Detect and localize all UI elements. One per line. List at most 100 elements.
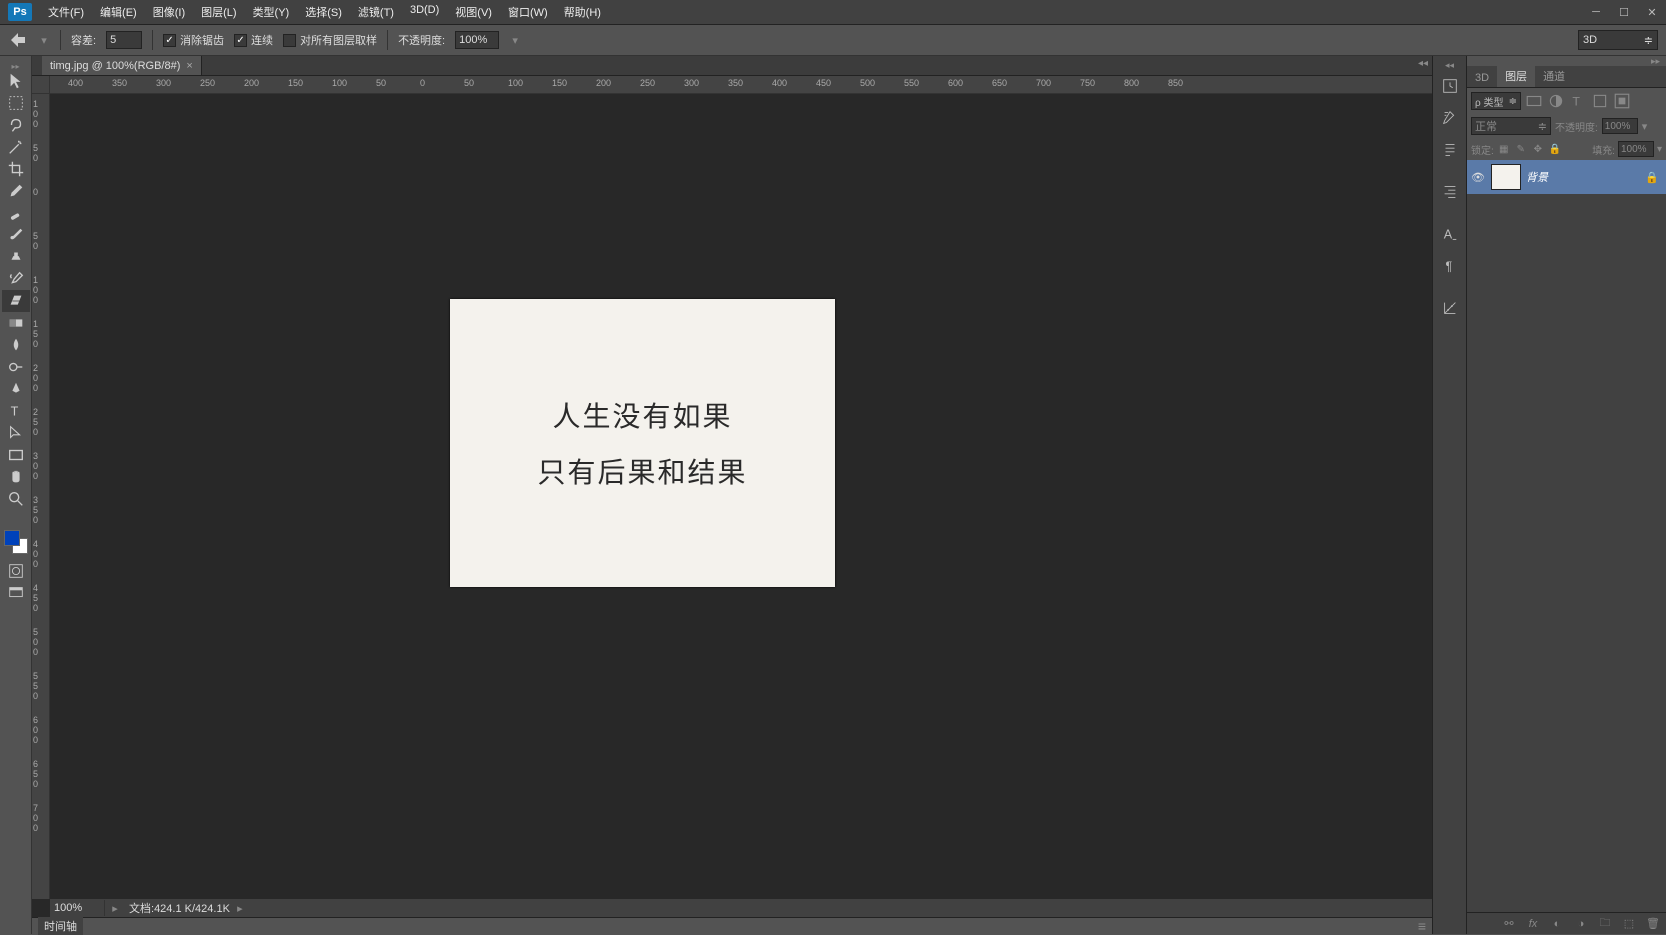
rectangle-tool[interactable] <box>2 444 30 466</box>
maximize-button[interactable]: ☐ <box>1610 2 1638 22</box>
filter-pixel-icon[interactable] <box>1525 92 1543 110</box>
doc-info-icon[interactable]: ▸ <box>105 902 125 915</box>
layer-row[interactable]: 👁 背景 🔒 <box>1467 160 1666 194</box>
character-panel-icon[interactable]: A <box>1436 220 1463 248</box>
dodge-tool[interactable] <box>2 356 30 378</box>
blend-mode-select[interactable]: 正常≑ <box>1471 117 1551 135</box>
delete-layer-icon[interactable]: 🗑 <box>1646 917 1660 931</box>
dock-expand-icon[interactable]: ◂◂ <box>1433 60 1466 70</box>
blur-tool[interactable] <box>2 334 30 356</box>
workspace-mode-select[interactable]: 3D≑ <box>1578 30 1658 50</box>
color-swatches[interactable] <box>0 530 31 560</box>
filter-adjustment-icon[interactable] <box>1547 92 1565 110</box>
filter-type-select[interactable]: ρ 类型≑ <box>1471 92 1521 110</box>
tab-channels[interactable]: 通道 <box>1535 65 1573 87</box>
vertical-ruler[interactable]: 1005005010015020025030035040045050055060… <box>32 94 50 899</box>
menu-选择(S)[interactable]: 选择(S) <box>297 0 350 24</box>
properties-panel-icon[interactable] <box>1436 104 1463 132</box>
tool-preset-dropdown[interactable]: ▾ <box>38 34 50 47</box>
doc-info-arrow-icon[interactable]: ▸ <box>234 902 246 915</box>
filter-shape-icon[interactable] <box>1591 92 1609 110</box>
opacity-dropdown[interactable]: ▾ <box>509 34 521 47</box>
layer-name[interactable]: 背景 <box>1526 169 1548 185</box>
timeline-tab[interactable]: 时间轴 <box>38 917 83 935</box>
opacity-input[interactable]: 100% <box>455 31 499 49</box>
fill-input[interactable]: 100% <box>1618 141 1654 157</box>
brush-panel-icon[interactable] <box>1436 136 1463 164</box>
history-brush-tool[interactable] <box>2 268 30 290</box>
minimize-button[interactable]: ─ <box>1582 2 1610 22</box>
antialias-checkbox[interactable] <box>163 34 176 47</box>
document-tab[interactable]: timg.jpg @ 100%(RGB/8#) × <box>42 56 202 75</box>
new-layer-icon[interactable]: ⬚ <box>1622 917 1636 931</box>
type-tool[interactable]: T <box>2 400 30 422</box>
toolbox-arrow-icon[interactable]: ▸▸ <box>0 62 31 70</box>
layer-thumbnail[interactable] <box>1491 164 1521 190</box>
adjustment-layer-icon[interactable]: ◑ <box>1574 917 1588 931</box>
adjustments-panel-icon[interactable] <box>1436 294 1463 322</box>
tab-close-icon[interactable]: × <box>186 60 192 72</box>
brush-tool[interactable] <box>2 224 30 246</box>
eyedropper-tool[interactable] <box>2 180 30 202</box>
layer-mask-icon[interactable]: ◐ <box>1550 917 1564 931</box>
tab-collapse-icon[interactable]: ◂◂ <box>1414 56 1432 71</box>
hand-tool[interactable] <box>2 466 30 488</box>
filter-type-icon[interactable]: T <box>1569 92 1587 110</box>
sample-all-checkbox[interactable] <box>283 34 296 47</box>
menu-3D(D)[interactable]: 3D(D) <box>402 0 447 24</box>
history-panel-icon[interactable] <box>1436 72 1463 100</box>
magic-wand-tool[interactable] <box>2 136 30 158</box>
contiguous-checkbox[interactable] <box>234 34 247 47</box>
foreground-color-swatch[interactable] <box>4 530 20 546</box>
tolerance-input[interactable] <box>106 31 142 49</box>
menu-视图(V)[interactable]: 视图(V) <box>447 0 500 24</box>
lock-transparency-icon[interactable]: ▦ <box>1497 142 1511 156</box>
lock-pixels-icon[interactable]: ✎ <box>1514 142 1528 156</box>
lock-position-icon[interactable]: ✥ <box>1531 142 1545 156</box>
canvas-viewport[interactable]: 人生没有如果 只有后果和结果 <box>50 94 1432 899</box>
filter-smart-icon[interactable] <box>1613 92 1631 110</box>
menu-窗口(W)[interactable]: 窗口(W) <box>500 0 556 24</box>
timeline-menu-icon[interactable]: ≡ <box>1418 918 1426 934</box>
layer-style-icon[interactable]: fx <box>1526 917 1540 931</box>
crop-tool[interactable] <box>2 158 30 180</box>
tab-layers[interactable]: 图层 <box>1497 65 1535 87</box>
paragraph-panel-icon[interactable] <box>1436 178 1463 206</box>
quick-mask-tool[interactable] <box>2 560 30 582</box>
doc-info-label: 文档:424.1 K/424.1K <box>125 900 234 916</box>
horizontal-ruler[interactable]: 4003503002502001501005005010015020025030… <box>50 76 1432 94</box>
healing-brush-tool[interactable] <box>2 202 30 224</box>
lasso-tool[interactable] <box>2 114 30 136</box>
clone-stamp-tool[interactable] <box>2 246 30 268</box>
current-tool-icon[interactable] <box>8 30 28 50</box>
move-tool[interactable] <box>2 70 30 92</box>
menu-滤镜(T)[interactable]: 滤镜(T) <box>350 0 402 24</box>
link-layers-icon[interactable]: ⚯ <box>1502 917 1516 931</box>
screen-mode-tool[interactable] <box>2 582 30 604</box>
paragraph-style-panel-icon[interactable]: ¶ <box>1436 252 1463 280</box>
visibility-toggle-icon[interactable]: 👁 <box>1470 171 1486 184</box>
tab-3d[interactable]: 3D <box>1467 69 1497 87</box>
menu-图像(I)[interactable]: 图像(I) <box>145 0 193 24</box>
eraser-tool[interactable] <box>2 290 30 312</box>
menu-文件(F)[interactable]: 文件(F) <box>40 0 92 24</box>
canvas[interactable]: 人生没有如果 只有后果和结果 <box>450 299 835 587</box>
menu-帮助(H)[interactable]: 帮助(H) <box>556 0 609 24</box>
close-button[interactable]: ✕ <box>1638 2 1666 22</box>
gradient-tool[interactable] <box>2 312 30 334</box>
zoom-tool[interactable] <box>2 488 30 510</box>
lock-all-icon[interactable]: 🔒 <box>1548 142 1562 156</box>
path-selection-tool[interactable] <box>2 422 30 444</box>
layers-list[interactable]: 👁 背景 🔒 <box>1467 160 1666 912</box>
menu-类型(Y)[interactable]: 类型(Y) <box>245 0 298 24</box>
menu-图层(L)[interactable]: 图层(L) <box>193 0 244 24</box>
ruler-origin[interactable] <box>32 76 50 94</box>
group-icon[interactable]: 🗀 <box>1598 917 1612 931</box>
menu-编辑(E)[interactable]: 编辑(E) <box>92 0 145 24</box>
marquee-tool[interactable] <box>2 92 30 114</box>
pen-tool[interactable] <box>2 378 30 400</box>
title-bar: Ps 文件(F)编辑(E)图像(I)图层(L)类型(Y)选择(S)滤镜(T)3D… <box>0 0 1666 25</box>
horizontal-scrollbar[interactable] <box>276 902 1412 914</box>
zoom-input[interactable]: 100% <box>50 900 105 916</box>
layer-opacity-input[interactable]: 100% <box>1602 118 1638 134</box>
